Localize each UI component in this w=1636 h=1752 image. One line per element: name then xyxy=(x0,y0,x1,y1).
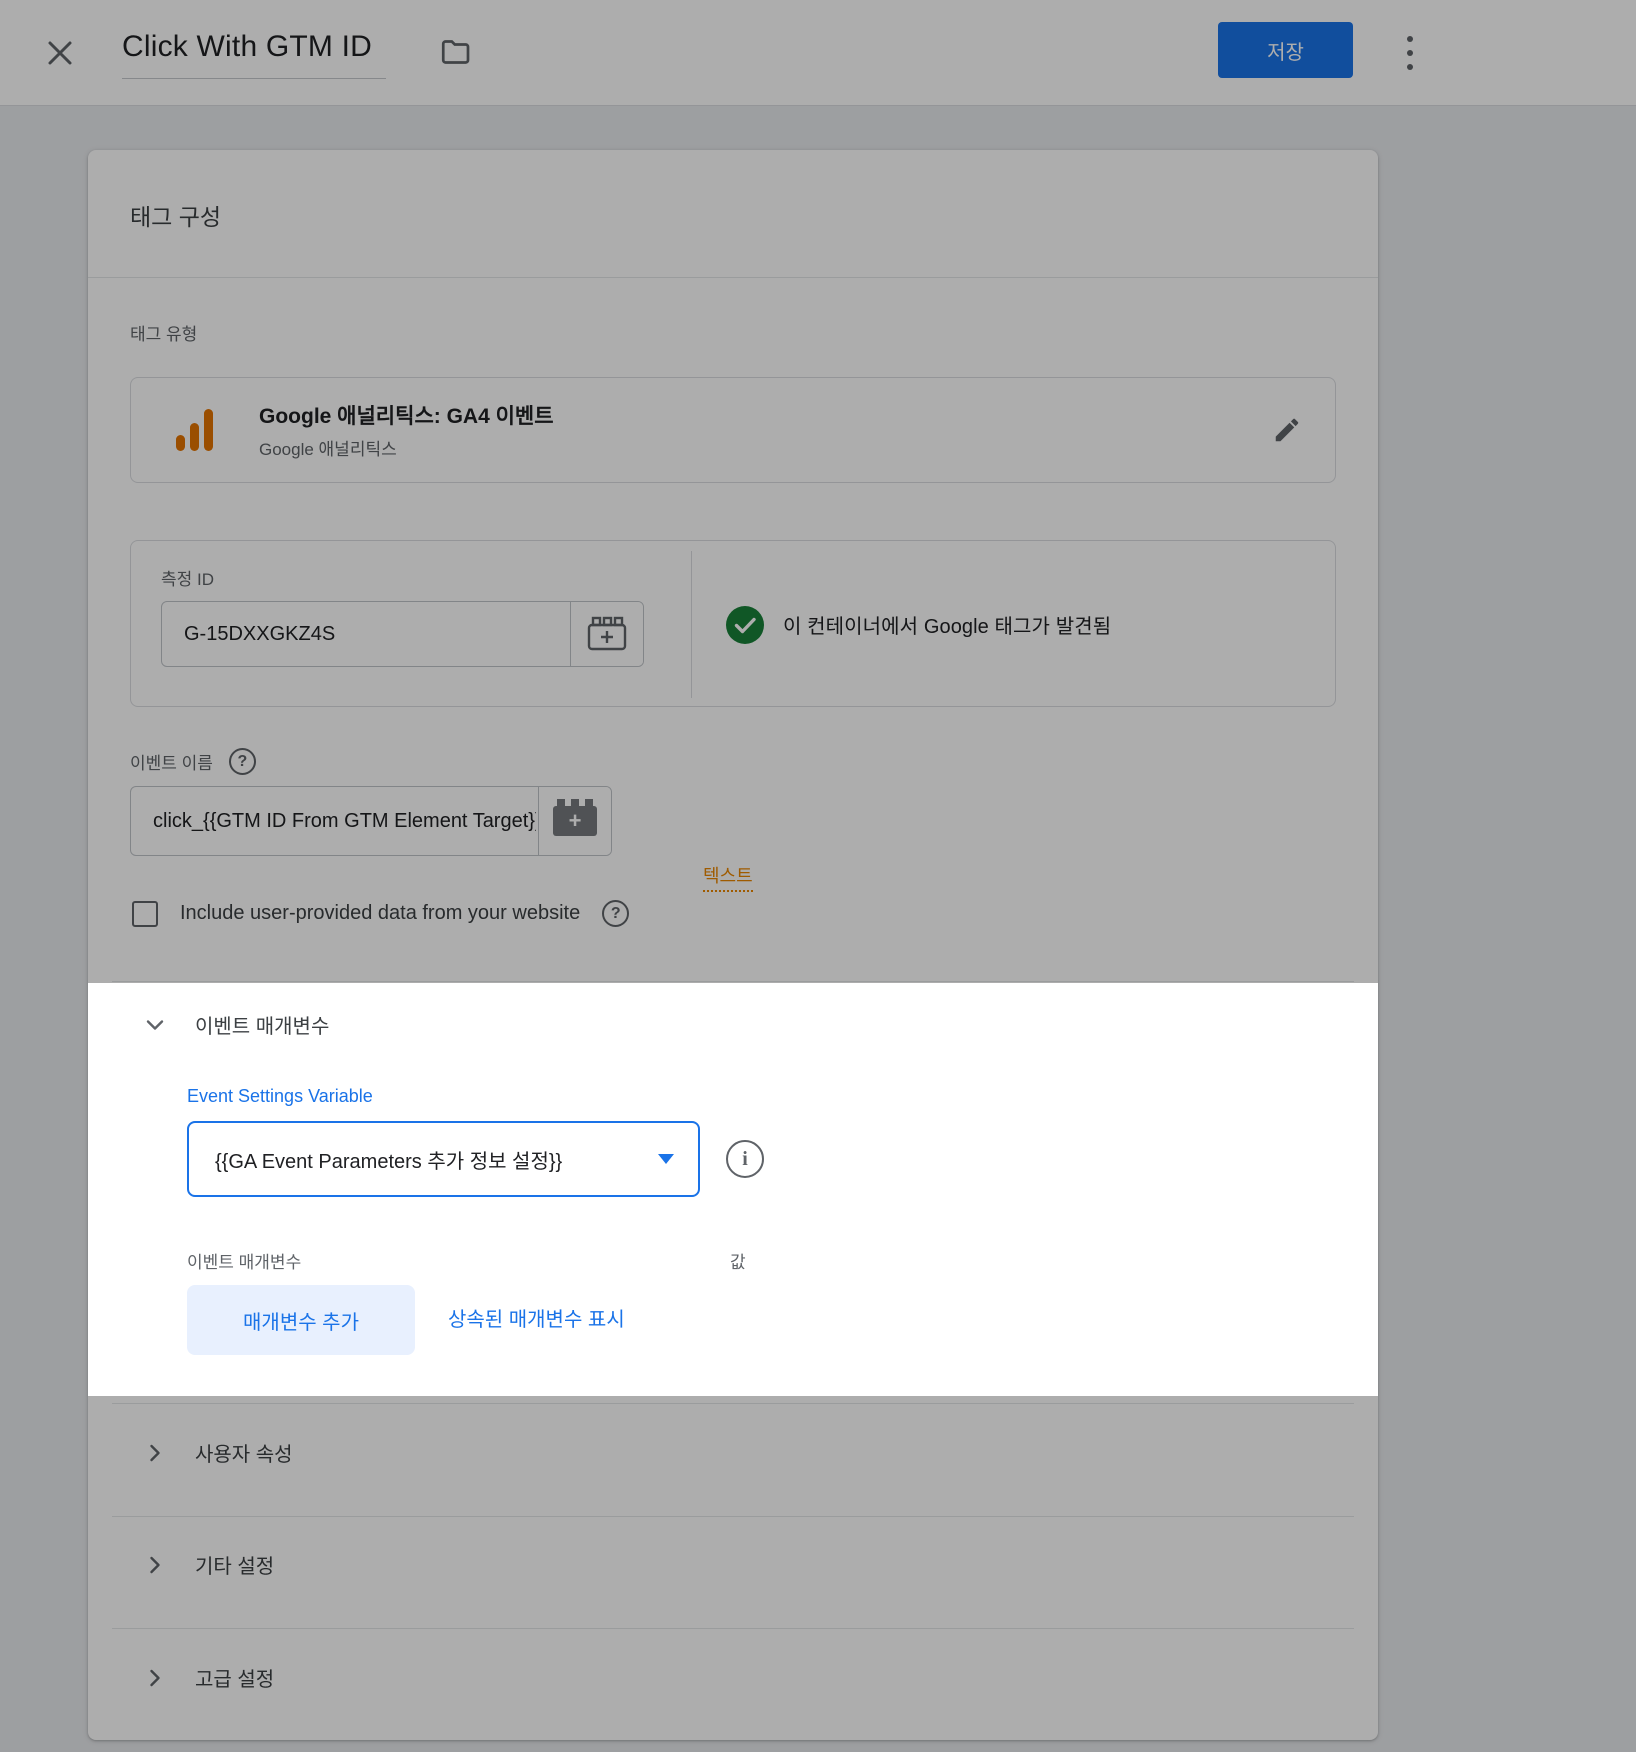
divider xyxy=(112,1628,1354,1629)
user-data-row: Include user-provided data from your web… xyxy=(132,900,629,927)
add-parameter-button[interactable]: 매개변수 추가 xyxy=(187,1285,415,1355)
tag-type-text: Google 애널리틱스: GA4 이벤트 Google 애널리틱스 xyxy=(259,400,1239,460)
save-button[interactable]: 저장 xyxy=(1218,22,1353,78)
google-analytics-icon xyxy=(131,407,259,453)
measurement-box: 측정 ID 이 컨테이너에서 Google 태그가 발견됨 xyxy=(130,540,1336,707)
tag-type-name: Google 애널리틱스: GA4 이벤트 xyxy=(259,400,1239,430)
card-title: 태그 구성 xyxy=(130,198,221,232)
divider xyxy=(112,1403,1354,1404)
variable-brick-icon[interactable] xyxy=(570,602,643,666)
page-title[interactable]: Click With GTM ID xyxy=(122,30,386,79)
variable-brick-icon[interactable]: + xyxy=(538,787,611,855)
chevron-right-icon xyxy=(143,1666,167,1690)
param-column-label: 이벤트 매개변수 xyxy=(187,1248,301,1273)
close-icon[interactable] xyxy=(40,33,80,73)
section-label: 사용자 속성 xyxy=(195,1438,293,1467)
tag-type-vendor: Google 애널리틱스 xyxy=(259,435,1239,460)
section-user-properties[interactable]: 사용자 속성 xyxy=(143,1438,293,1467)
section-label: 기타 설정 xyxy=(195,1550,274,1579)
esv-dropdown[interactable]: {{GA Event Parameters 추가 정보 설정}} xyxy=(187,1121,700,1197)
section-other-settings[interactable]: 기타 설정 xyxy=(143,1550,274,1579)
event-name-input-group: + xyxy=(130,786,612,856)
tag-type-label: 태그 유형 xyxy=(130,320,197,345)
esv-label: Event Settings Variable xyxy=(187,1086,373,1107)
text-type-toggle[interactable]: 텍스트 xyxy=(703,862,753,892)
event-name-label-row: 이벤트 이름 ? xyxy=(130,748,256,775)
measurement-label: 측정 ID xyxy=(161,565,214,590)
info-icon[interactable]: i xyxy=(726,1140,764,1178)
value-column-label: 값 xyxy=(730,1248,746,1273)
gtag-status-text: 이 컨테이너에서 Google 태그가 발견됨 xyxy=(783,610,1111,639)
help-icon[interactable]: ? xyxy=(229,748,256,775)
measurement-input[interactable] xyxy=(162,602,570,666)
divider xyxy=(112,981,1354,982)
tag-config-card: 태그 구성 태그 유형 Google 애널리틱스: GA4 이벤트 Google… xyxy=(88,150,1378,1740)
divider xyxy=(691,551,692,698)
edit-icon[interactable] xyxy=(1239,415,1335,445)
divider xyxy=(88,277,1378,278)
event-name-input[interactable] xyxy=(131,787,538,855)
gtag-status: 이 컨테이너에서 Google 태그가 발견됨 xyxy=(725,541,1131,708)
user-data-label: Include user-provided data from your web… xyxy=(180,902,580,925)
chevron-down-icon xyxy=(143,1013,167,1037)
user-data-checkbox[interactable] xyxy=(132,901,158,927)
top-bar: Click With GTM ID 저장 xyxy=(0,0,1636,106)
divider xyxy=(112,1516,1354,1517)
event-params-header[interactable]: 이벤트 매개변수 xyxy=(143,1010,329,1039)
section-advanced-settings[interactable]: 고급 설정 xyxy=(143,1663,274,1692)
more-options-icon[interactable] xyxy=(1390,28,1430,78)
chevron-right-icon xyxy=(143,1441,167,1465)
event-params-title: 이벤트 매개변수 xyxy=(195,1010,329,1039)
event-name-label: 이벤트 이름 xyxy=(130,749,213,774)
measurement-input-group xyxy=(161,601,644,667)
tag-type-box[interactable]: Google 애널리틱스: GA4 이벤트 Google 애널리틱스 xyxy=(130,377,1336,483)
dropdown-caret-icon xyxy=(658,1154,674,1164)
folder-icon[interactable] xyxy=(438,34,474,70)
show-inherited-link[interactable]: 상속된 매개변수 표시 xyxy=(448,1306,625,1334)
help-icon[interactable]: ? xyxy=(602,900,629,927)
esv-value: {{GA Event Parameters 추가 정보 설정}} xyxy=(215,1145,644,1174)
check-circle-icon xyxy=(725,605,765,645)
chevron-right-icon xyxy=(143,1553,167,1577)
section-label: 고급 설정 xyxy=(195,1663,274,1692)
